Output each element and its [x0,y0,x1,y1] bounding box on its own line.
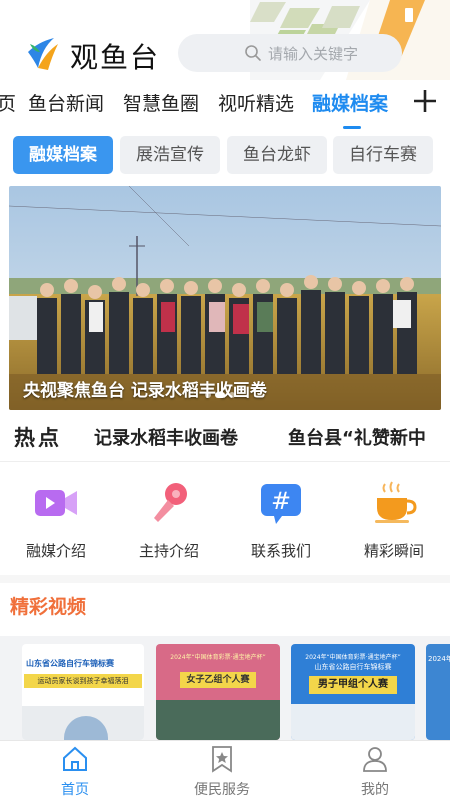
top-nav: 页 鱼台新闻 智慧鱼圈 视听精选 融媒档案 [0,84,450,128]
thumb-image [156,700,280,740]
hot-item[interactable]: 鱼台县“礼赞新中 [288,424,426,450]
tab-services[interactable]: 便民服务 [167,745,277,799]
video-thumb[interactable]: 2024年“中国体育彩票·通宝地产杯” 山东省公路自行车锦标赛 男子甲组个人赛 [291,644,415,740]
bottom-tab-bar: 首页 便民服务 我的 [0,740,450,801]
video-thumb[interactable]: 2024年 [426,644,450,740]
hashtag-chat-icon: # [261,484,301,524]
bookmark-star-icon [212,746,232,773]
section-title: 精彩视频 [10,596,87,618]
tab-label: 便民服务 [194,782,250,798]
divider [0,461,450,462]
thumb-sub-text: 山东省公路自行车锦标赛 [314,663,392,671]
quick-link-highlights[interactable]: 精彩瞬间 [338,478,450,561]
quick-link-host-intro[interactable]: 主持介绍 [113,478,225,561]
thumb-image [291,704,415,740]
thumb-sub-text: 运动员家长谈到孩子幸福落泪 [24,674,142,688]
thumb-top-text: 2024年“中国体育彩票·通宝地产杯” [305,654,401,661]
quick-link-contact[interactable]: # 联系我们 [225,478,337,561]
carousel-dot-active[interactable] [215,392,225,398]
thumb-banner: 男子甲组个人赛 [309,676,397,694]
quick-link-label: 主持介绍 [138,542,199,560]
nav-item-media-archive[interactable]: 融媒档案 [312,89,388,116]
header: 观鱼台 请输入关键字 [0,0,450,80]
svg-text:#: # [271,487,291,515]
nav-active-indicator [343,126,361,129]
tab-profile[interactable]: 我的 [320,745,430,799]
app-title: 观鱼台 [70,41,161,74]
banner-carousel[interactable]: 央视聚焦鱼台 记录水稻丰收画卷 [9,186,441,410]
add-channel-icon[interactable] [412,88,438,114]
tab-label: 首页 [61,782,89,798]
carousel-dot[interactable] [229,392,235,398]
nav-item-news[interactable]: 鱼台新闻 [28,89,104,116]
thumb-banner: 女子乙组个人赛 [180,672,256,688]
video-thumb[interactable]: 山东省公路自行车锦标赛 运动员家长谈到孩子幸福落泪 [22,644,144,740]
nav-item-av-selection[interactable]: 视听精选 [218,89,294,116]
hot-item[interactable]: 记录水稻丰收画卷 [94,424,238,450]
video-thumbnails: 山东省公路自行车锦标赛 运动员家长谈到孩子幸福落泪 2024年“中国体育彩票·通… [0,636,450,740]
subtab-promotion[interactable]: 展浩宣传 [120,136,220,174]
subtab-cycling[interactable]: 自行车赛 [333,136,433,174]
search-bar[interactable]: 请输入关键字 [178,34,402,72]
subtab-media-archive[interactable]: 融媒档案 [13,136,113,174]
nav-item-partial[interactable]: 页 [0,89,16,116]
thumb-top-text: 山东省公路自行车锦标赛 [26,659,114,668]
tab-label: 我的 [361,782,389,798]
tab-home[interactable]: 首页 [20,745,130,799]
subtab-crayfish[interactable]: 鱼台龙虾 [227,136,327,174]
quick-link-media-intro[interactable]: 融媒介绍 [0,478,112,561]
coffee-cup-icon [375,481,417,523]
video-thumb[interactable]: 2024年“中国体育彩票·通宝地产杯” 女子乙组个人赛 [156,644,280,740]
quick-link-label: 精彩瞬间 [363,542,424,560]
quick-link-label: 联系我们 [250,542,311,560]
user-icon [363,747,387,772]
hot-label: 热点 [14,426,62,450]
video-camera-icon [35,490,77,516]
thumb-top-text: 2024年“中国体育彩票·通宝地产杯” [170,654,266,661]
nav-item-fish-circle[interactable]: 智慧鱼圈 [123,89,199,116]
thumb-top-text: 2024年 [428,655,450,663]
section-spacer [0,575,450,583]
quick-link-label: 融媒介绍 [25,542,86,560]
search-icon [245,45,261,61]
home-icon [63,746,87,771]
carousel-dot[interactable] [205,392,211,398]
microphone-icon [154,483,187,522]
search-placeholder: 请输入关键字 [268,44,359,63]
app-logo-icon [28,38,58,70]
